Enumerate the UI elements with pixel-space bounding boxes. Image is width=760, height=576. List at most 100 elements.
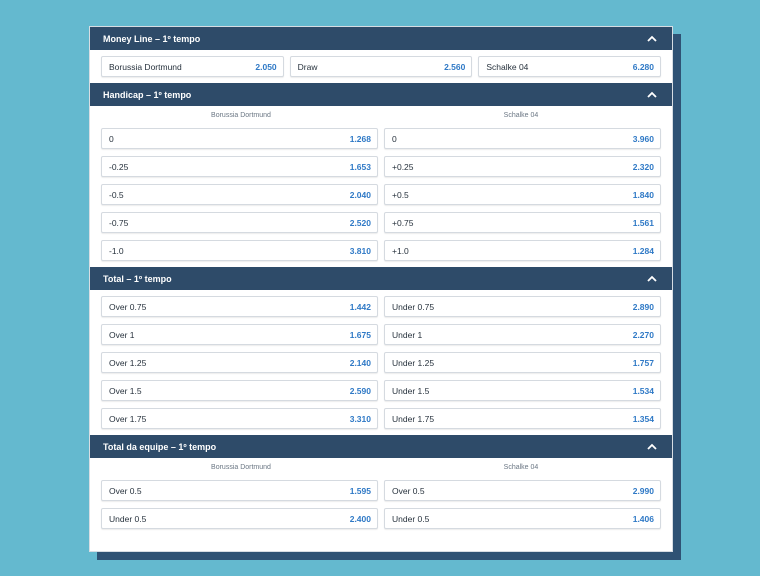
bet-option[interactable]: Under 0.5 2.400 xyxy=(101,508,378,529)
market-header-team-total[interactable]: Total da equipe – 1º tempo xyxy=(90,435,672,458)
bet-label: +0.5 xyxy=(392,189,409,200)
market-header-money-line[interactable]: Money Line – 1º tempo xyxy=(90,27,672,50)
bet-label: Borussia Dortmund xyxy=(109,61,182,72)
bet-label: Under 1.5 xyxy=(392,385,430,396)
bet-label: -0.25 xyxy=(109,161,129,172)
bet-option[interactable]: Under 1 2.270 xyxy=(384,324,661,345)
bet-label: Over 1.25 xyxy=(109,357,147,368)
bet-label: Under 0.5 xyxy=(392,513,430,524)
bet-option[interactable]: Under 1.75 1.354 xyxy=(384,408,661,429)
odds-row: Under 0.5 2.400 Under 0.5 1.406 xyxy=(101,508,661,529)
bet-label: Over 0.75 xyxy=(109,301,147,312)
bet-option[interactable]: Borussia Dortmund 2.050 xyxy=(101,56,284,77)
bet-odd: 2.590 xyxy=(349,385,371,396)
market-header-handicap[interactable]: Handicap – 1º tempo xyxy=(90,83,672,106)
team-name: Borussia Dortmund xyxy=(211,111,271,119)
bet-odd: 2.400 xyxy=(349,513,371,524)
bet-option[interactable]: Draw 2.560 xyxy=(289,56,473,77)
odds-row: -0.25 1.653 +0.25 2.320 xyxy=(101,156,661,177)
bet-option[interactable]: +0.75 1.561 xyxy=(384,212,661,233)
market-title: Total da equipe – 1º tempo xyxy=(103,441,217,452)
market-header-total[interactable]: Total – 1º tempo xyxy=(90,267,672,290)
odds-row: Borussia Dortmund 2.050 Draw 2.560 Schalke… xyxy=(101,56,662,77)
bet-label: +0.75 xyxy=(392,217,414,228)
bet-label: 0 xyxy=(109,133,114,144)
bet-option[interactable]: +0.5 1.840 xyxy=(384,184,661,205)
bet-option[interactable]: Under 1.25 1.757 xyxy=(384,352,661,373)
team-header: Borussia Dortmund Schalke 04 xyxy=(101,106,661,124)
chevron-up-icon[interactable] xyxy=(645,441,659,453)
odds-row: Over 0.75 1.442 Under 0.75 2.890 xyxy=(101,296,661,317)
bet-odd: 1.675 xyxy=(349,329,371,340)
chevron-up-icon[interactable] xyxy=(645,273,659,285)
bet-label: -1.0 xyxy=(109,245,124,256)
bet-label: -0.5 xyxy=(109,189,124,200)
bet-odd: 1.406 xyxy=(632,513,654,524)
bet-option[interactable]: Under 0.5 1.406 xyxy=(384,508,661,529)
bet-option[interactable]: -0.25 1.653 xyxy=(101,156,378,177)
bet-label: Under 0.5 xyxy=(109,513,147,524)
odds-row: -1.0 3.810 +1.0 1.284 xyxy=(101,240,661,261)
bet-odd: 1.840 xyxy=(632,189,654,200)
bet-odd: 1.595 xyxy=(349,485,371,496)
bet-odd: 2.560 xyxy=(444,61,466,72)
bet-option[interactable]: -1.0 3.810 xyxy=(101,240,378,261)
bet-option[interactable]: Over 1.75 3.310 xyxy=(101,408,378,429)
bet-option[interactable]: 0 1.268 xyxy=(101,128,378,149)
team-header: Borussia Dortmund Schalke 04 xyxy=(101,458,661,476)
bet-odd: 1.354 xyxy=(632,413,654,424)
team-name: Schalke 04 xyxy=(503,463,539,471)
bet-odd: 2.990 xyxy=(632,485,654,496)
bet-odd: 2.140 xyxy=(349,357,371,368)
team-name: Borussia Dortmund xyxy=(211,463,271,471)
bet-odd: 1.284 xyxy=(632,245,654,256)
bet-option[interactable]: Under 0.75 2.890 xyxy=(384,296,661,317)
market-section-team-total: Total da equipe – 1º tempo Borussia Dort… xyxy=(90,435,672,529)
bet-odd: 3.810 xyxy=(349,245,371,256)
odds-row: -0.75 2.520 +0.75 1.561 xyxy=(101,212,661,233)
bet-label: 0 xyxy=(392,133,397,144)
bet-option[interactable]: Over 0.5 1.595 xyxy=(101,480,378,501)
bet-label: Under 1.25 xyxy=(392,357,435,368)
bet-option[interactable]: Over 0.75 1.442 xyxy=(101,296,378,317)
market-section-handicap: Handicap – 1º tempo Borussia Dortmund Sc… xyxy=(90,83,672,261)
bet-label: Under 1.75 xyxy=(392,413,435,424)
bet-option[interactable]: Over 0.5 2.990 xyxy=(384,480,661,501)
odds-row: Over 0.5 1.595 Over 0.5 2.990 xyxy=(101,480,661,501)
bet-label: +1.0 xyxy=(392,245,409,256)
bet-odd: 1.442 xyxy=(349,301,371,312)
bet-odd: 2.520 xyxy=(349,217,371,228)
bet-option[interactable]: -0.75 2.520 xyxy=(101,212,378,233)
bet-label: Under 0.75 xyxy=(392,301,435,312)
bet-odd: 1.268 xyxy=(349,133,371,144)
bet-label: Over 1.5 xyxy=(109,385,142,396)
bet-option[interactable]: Over 1 1.675 xyxy=(101,324,378,345)
bet-label: Over 0.5 xyxy=(109,485,142,496)
bet-odd: 2.040 xyxy=(349,189,371,200)
bet-option[interactable]: Over 1.25 2.140 xyxy=(101,352,378,373)
market-title: Handicap – 1º tempo xyxy=(103,89,192,100)
odds-row: Over 1.5 2.590 Under 1.5 1.534 xyxy=(101,380,661,401)
bet-option[interactable]: +1.0 1.284 xyxy=(384,240,661,261)
odds-row: Over 1.75 3.310 Under 1.75 1.354 xyxy=(101,408,661,429)
chevron-up-icon[interactable] xyxy=(645,33,659,45)
bet-odd: 3.310 xyxy=(349,413,371,424)
bet-option[interactable]: Under 1.5 1.534 xyxy=(384,380,661,401)
market-title: Money Line – 1º tempo xyxy=(103,33,201,44)
bet-odd: 1.534 xyxy=(632,385,654,396)
team-name: Schalke 04 xyxy=(503,111,539,119)
bet-odd: 3.960 xyxy=(632,133,654,144)
bet-option[interactable]: Over 1.5 2.590 xyxy=(101,380,378,401)
chevron-up-icon[interactable] xyxy=(645,89,659,101)
bet-option[interactable]: Schalke 04 6.280 xyxy=(478,56,662,77)
market-title: Total – 1º tempo xyxy=(103,273,172,284)
bet-odd: 2.320 xyxy=(632,161,654,172)
odds-row: 0 1.268 0 3.960 xyxy=(101,128,661,149)
bet-option[interactable]: 0 3.960 xyxy=(384,128,661,149)
bet-label: -0.75 xyxy=(109,217,129,228)
bet-option[interactable]: -0.5 2.040 xyxy=(101,184,378,205)
bet-odd: 2.050 xyxy=(255,61,277,72)
bet-odd: 1.757 xyxy=(632,357,654,368)
odds-row: Over 1 1.675 Under 1 2.270 xyxy=(101,324,661,345)
bet-option[interactable]: +0.25 2.320 xyxy=(384,156,661,177)
